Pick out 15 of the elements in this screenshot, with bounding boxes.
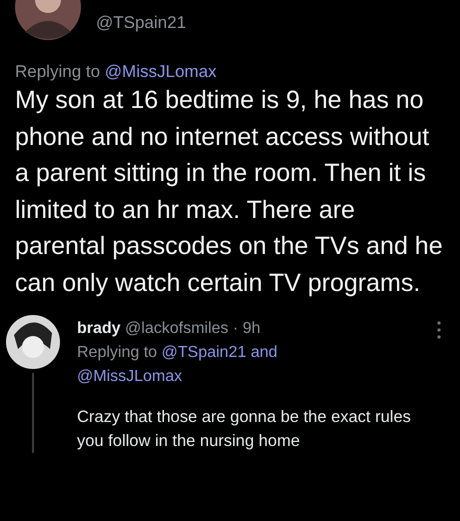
separator: ·	[232, 320, 238, 337]
reply-text: Crazy that those are gonna be the exact rules you follow in the nursing home	[77, 407, 412, 452]
mention-link[interactable]: @MissJLomax	[104, 62, 217, 81]
replying-label: Replying to	[77, 344, 158, 361]
user-handle: @lackofsmiles	[125, 320, 228, 337]
conjunction: and	[250, 344, 278, 361]
user-handle: @TSpain21	[96, 13, 186, 33]
user-name: brady	[77, 320, 121, 337]
tweet-text: My son at 16 bedtime is 9, he has no phone and no internet access without a parent sitting in the room. Then it is limited to an hr max. There are parental passcodes on the TVs and he can only watch certain TV programs.	[14, 85, 444, 298]
mention-link[interactable]: @TSpain21	[162, 344, 246, 361]
timestamp: 9h	[242, 320, 260, 337]
replying-label: Replying to	[15, 62, 100, 81]
more-icon[interactable]	[436, 321, 442, 339]
avatar[interactable]	[6, 315, 60, 369]
mention-link[interactable]: @MissJLomax	[77, 368, 182, 385]
